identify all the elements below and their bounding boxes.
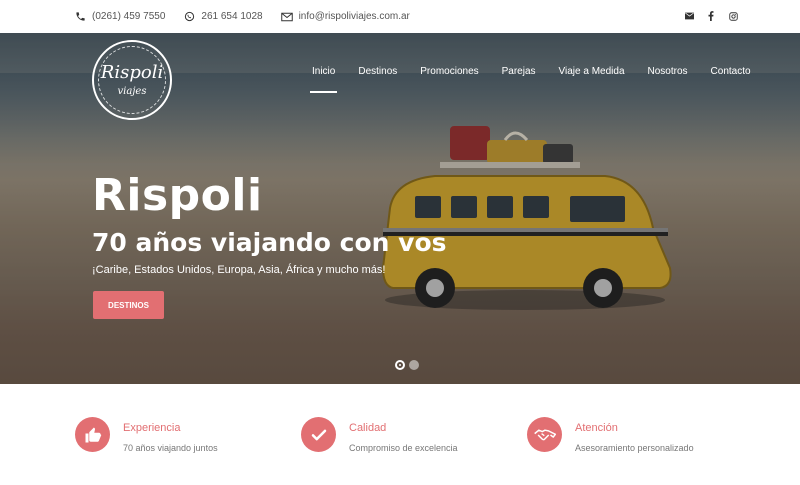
destinos-button[interactable]: DESTINOS bbox=[93, 291, 164, 319]
main-nav: Inicio Destinos Promociones Parejas Viaj… bbox=[309, 66, 774, 93]
feature-atencion: Atención Asesoramiento personalizado bbox=[527, 417, 694, 453]
email-icon[interactable] bbox=[684, 10, 694, 22]
whatsapp-item[interactable]: 261 654 1028 bbox=[183, 11, 263, 23]
thumbs-up-icon bbox=[75, 417, 110, 452]
feature-experiencia: Experiencia 70 años viajando juntos bbox=[75, 417, 218, 453]
feature-desc: Compromiso de excelencia bbox=[349, 443, 458, 453]
hero-subtitle: 70 años viajando con vos bbox=[92, 228, 447, 257]
feature-desc: Asesoramiento personalizado bbox=[575, 443, 694, 453]
phone-number: (0261) 459 7550 bbox=[92, 11, 166, 22]
features-section: Experiencia 70 años viajando juntos Cali… bbox=[0, 384, 800, 485]
whatsapp-number: 261 654 1028 bbox=[201, 11, 263, 22]
handshake-icon bbox=[527, 417, 562, 452]
social-links bbox=[684, 10, 738, 22]
nav-contacto[interactable]: Contacto bbox=[711, 66, 751, 87]
nav-parejas[interactable]: Parejas bbox=[502, 66, 536, 87]
envelope-icon bbox=[280, 11, 293, 23]
nav-inicio[interactable]: Inicio bbox=[309, 66, 338, 93]
feature-title: Experiencia bbox=[123, 422, 181, 434]
nav-nosotros[interactable]: Nosotros bbox=[648, 66, 688, 87]
email-item[interactable]: info@rispoliviajes.com.ar bbox=[280, 11, 410, 23]
contact-info: (0261) 459 7550 261 654 1028 info@rispol… bbox=[74, 11, 428, 23]
site-logo[interactable]: Rispoli viajes bbox=[92, 40, 172, 120]
checkmark-icon bbox=[301, 417, 336, 452]
logo-subtext: viajes bbox=[117, 86, 147, 97]
instagram-icon[interactable] bbox=[728, 10, 738, 22]
facebook-icon[interactable] bbox=[706, 10, 716, 22]
feature-desc: 70 años viajando juntos bbox=[123, 443, 218, 453]
slider-dot-1[interactable] bbox=[395, 360, 405, 370]
phone-icon bbox=[74, 11, 86, 23]
slider-dot-2[interactable] bbox=[409, 360, 419, 370]
nav-promociones[interactable]: Promociones bbox=[420, 66, 478, 87]
hero-tagline: ¡Caribe, Estados Unidos, Europa, Asia, Á… bbox=[92, 264, 386, 276]
logo-text: Rispoli bbox=[100, 62, 164, 83]
slider-dots bbox=[395, 360, 419, 370]
whatsapp-icon bbox=[183, 11, 195, 23]
top-bar: (0261) 459 7550 261 654 1028 info@rispol… bbox=[0, 0, 800, 33]
feature-title: Atención bbox=[575, 422, 618, 434]
feature-title: Calidad bbox=[349, 422, 387, 434]
hero-title: Rispoli bbox=[92, 170, 263, 221]
nav-destinos[interactable]: Destinos bbox=[358, 66, 397, 87]
email-address: info@rispoliviajes.com.ar bbox=[298, 11, 410, 22]
feature-calidad: Calidad Compromiso de excelencia bbox=[301, 417, 458, 453]
phone-item[interactable]: (0261) 459 7550 bbox=[74, 11, 165, 23]
nav-viaje-a-medida[interactable]: Viaje a Medida bbox=[559, 66, 625, 87]
